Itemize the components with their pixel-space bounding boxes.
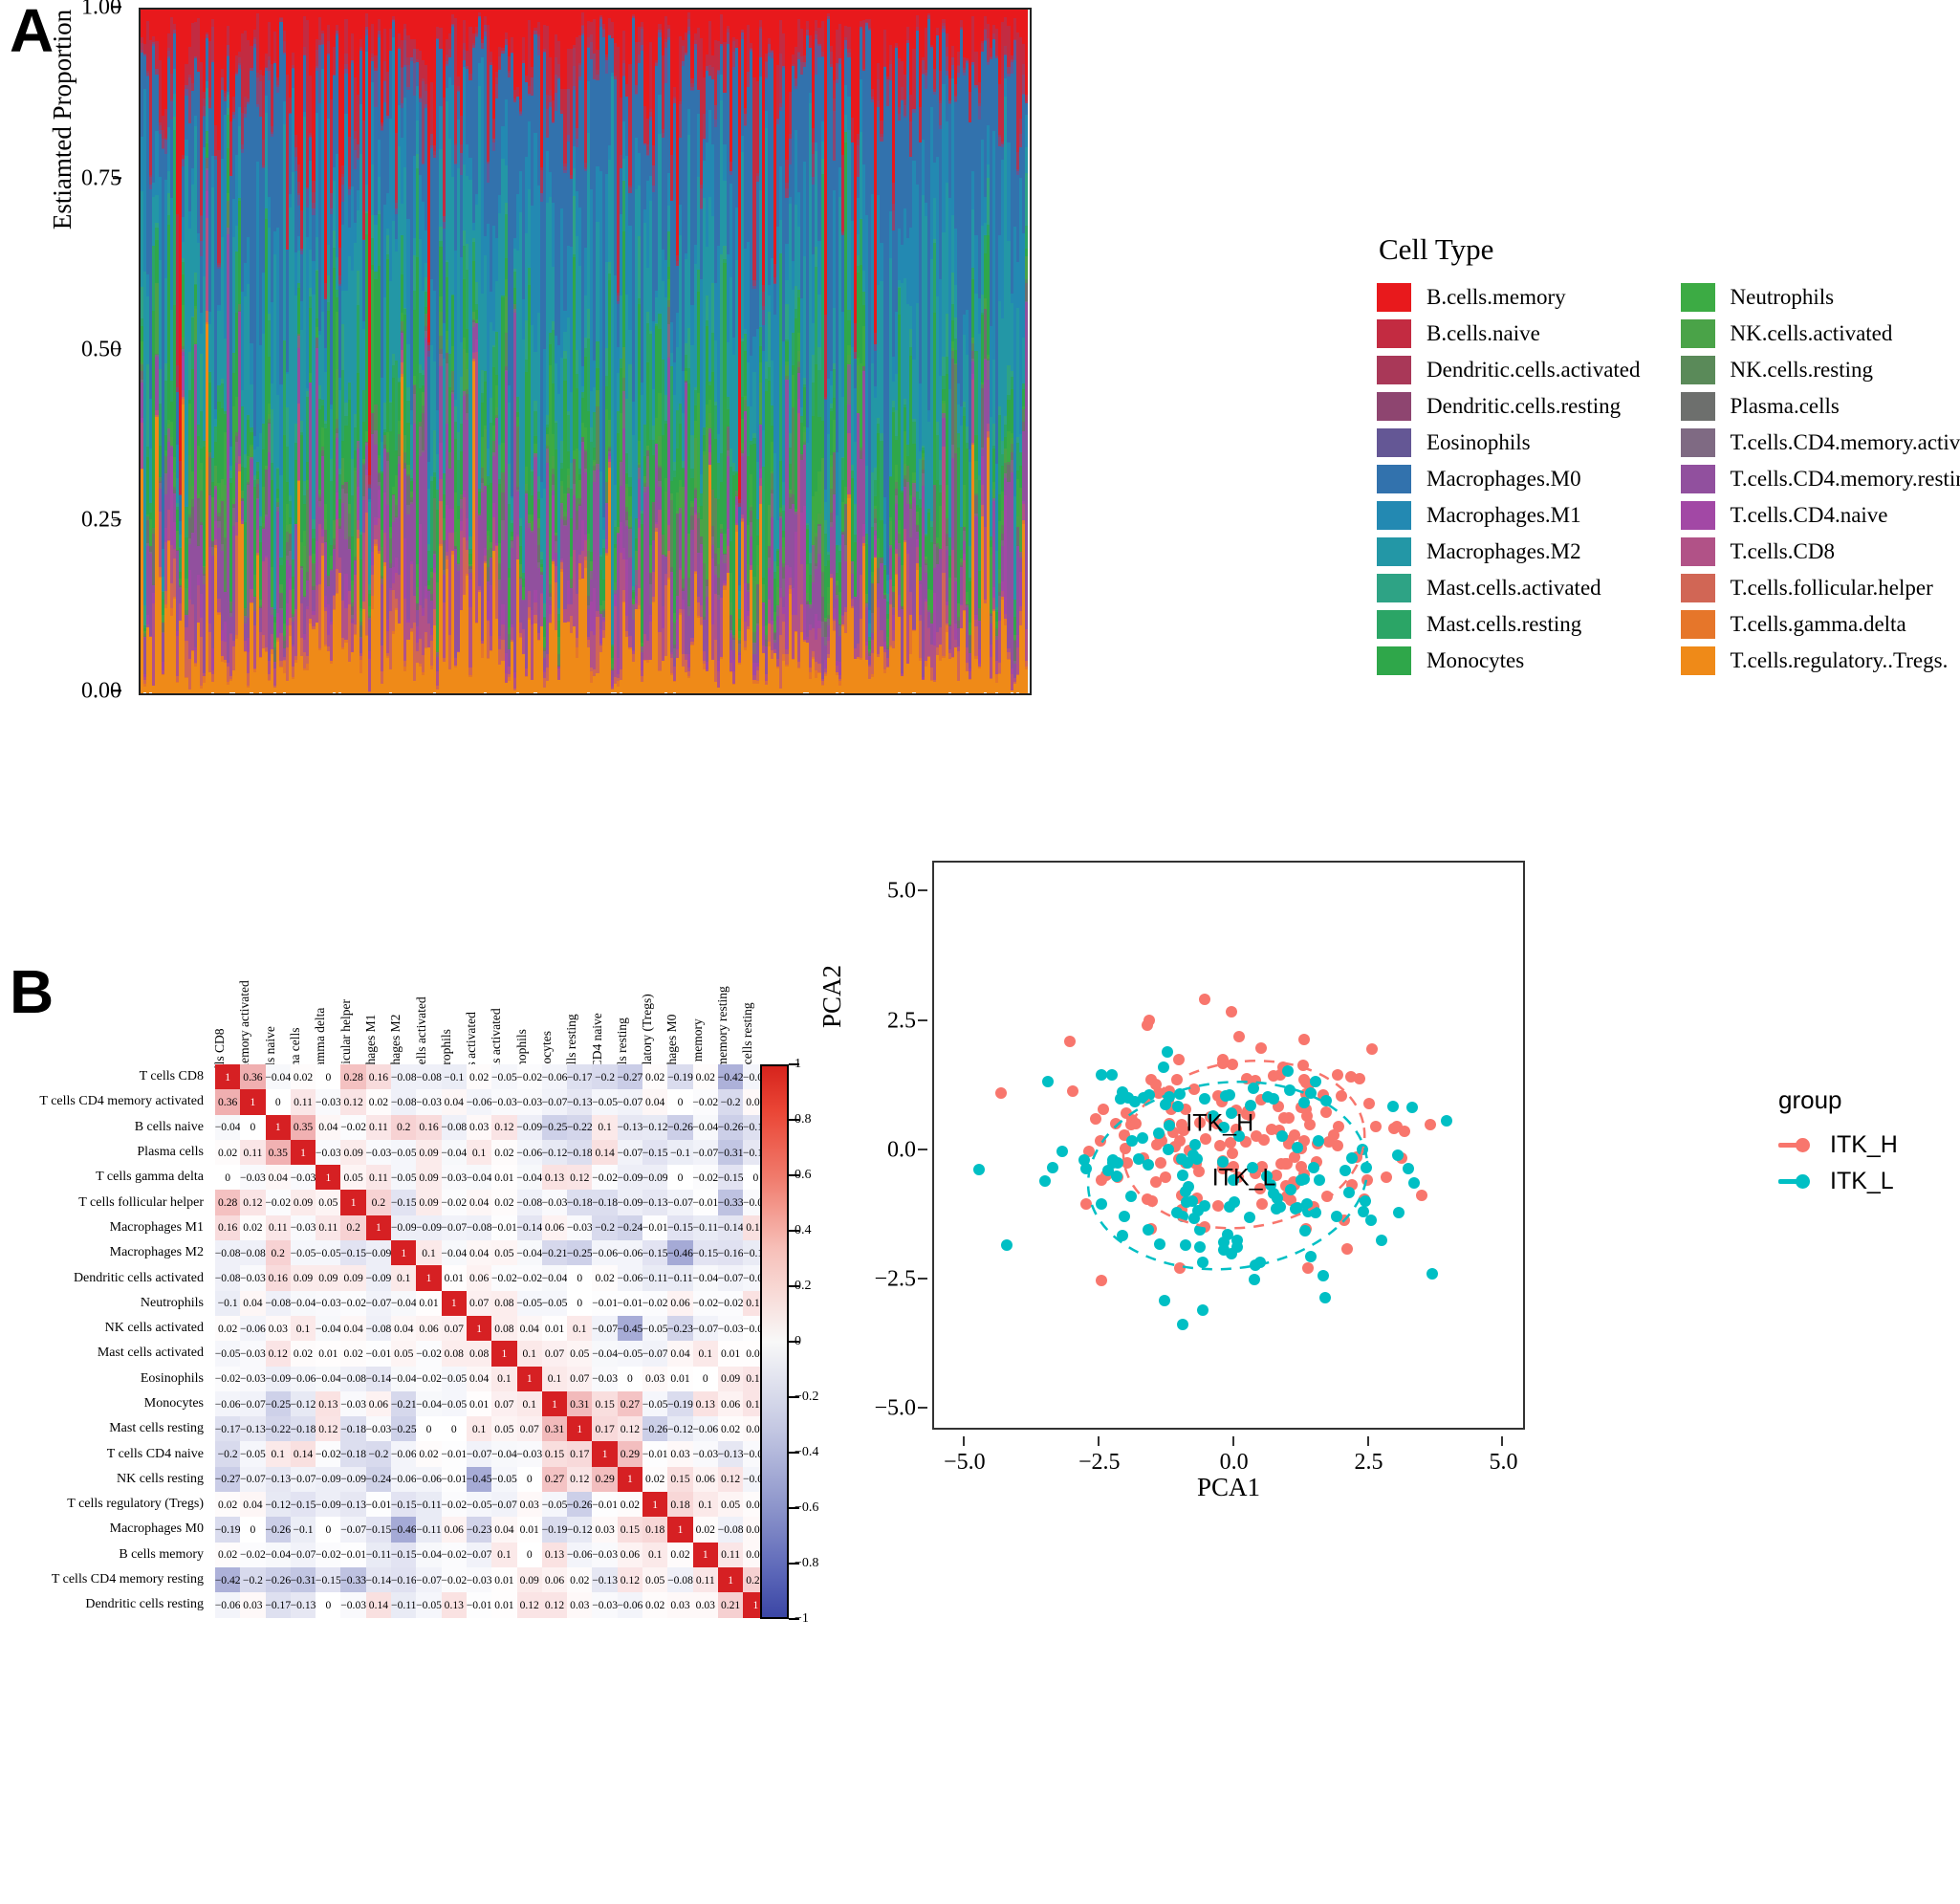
- panel-a-tick-mark: [113, 518, 121, 521]
- panel-a-tick-mark: [113, 177, 121, 179]
- panel-a-y-tick: 0.25: [81, 507, 121, 533]
- panel-a-y-axis-ticks: 1.00 0.75 0.50 0.25 0.00: [57, 0, 129, 708]
- panel-a-y-tick: 0.75: [81, 165, 121, 191]
- panel-a-bars: [141, 10, 1030, 693]
- panel-a-plot-area: [139, 8, 1032, 695]
- panel-a-y-tick: 0.50: [81, 337, 121, 361]
- panel-a-tick-mark: [113, 348, 121, 350]
- panel-a-stacked-barplot: A Estiamted Proportion 1.00 0.75 0.50 0.25 0…: [0, 0, 1960, 765]
- panel-a-y-tick: 1.00: [81, 0, 121, 20]
- panel-a-tick-mark: [113, 689, 121, 691]
- panel-a-tick-mark: [113, 6, 121, 8]
- panel-a-y-tick: 0.00: [81, 678, 121, 704]
